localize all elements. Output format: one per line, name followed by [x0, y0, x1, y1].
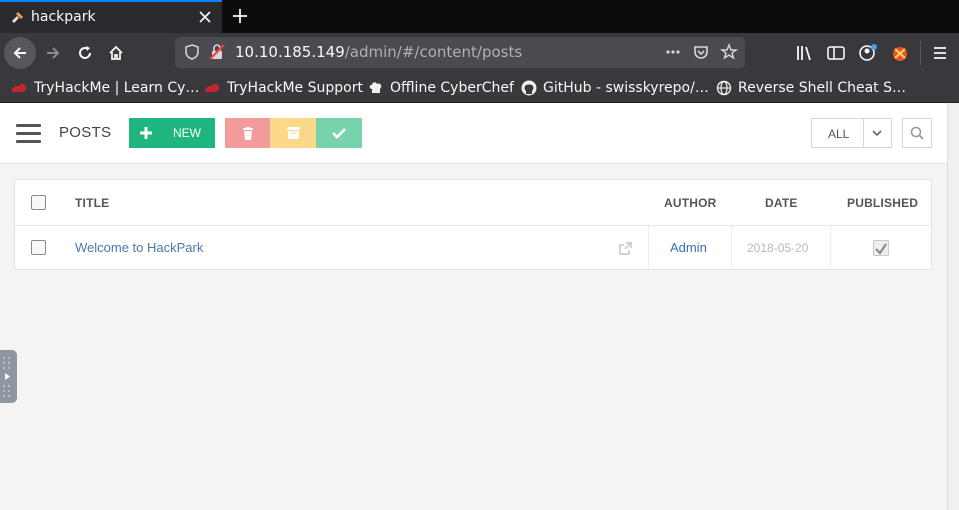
arrow-right-icon — [47, 47, 60, 59]
new-post-button[interactable]: NEW — [129, 118, 215, 148]
app-menu-icon[interactable] — [931, 44, 949, 62]
extension-icon[interactable] — [889, 42, 911, 64]
grip-arrow-icon — [3, 357, 10, 397]
post-author-link[interactable]: Admin — [670, 240, 707, 255]
plus-icon — [140, 127, 152, 139]
url-path: /admin/#/content/posts — [344, 43, 523, 61]
archive-button[interactable] — [270, 118, 316, 148]
shield-icon — [185, 44, 199, 60]
toolbar-divider — [920, 41, 921, 65]
pocket-icon[interactable] — [692, 43, 710, 61]
column-divider — [830, 226, 831, 269]
back-button[interactable] — [4, 37, 36, 69]
search-icon — [910, 126, 924, 140]
table-header: TITLE AUTHOR DATE PUBLISHED — [15, 180, 931, 226]
home-icon — [109, 45, 123, 60]
bookmark-github-swisskyrepo[interactable]: GitHub - swisskyrepo/… — [521, 78, 709, 98]
external-link-icon[interactable] — [619, 242, 632, 255]
filter-dropdown[interactable]: ALL — [811, 118, 892, 148]
checkmark-icon — [332, 128, 346, 139]
bookmark-label: GitHub - swisskyrepo/… — [543, 80, 709, 96]
page-actions-icon[interactable] — [664, 43, 682, 61]
page-title: POSTS — [59, 124, 112, 141]
reload-icon — [79, 46, 91, 59]
admin-page: POSTS NEW ALL TITLE AUTHOR DATE PUBLISHE… — [0, 103, 947, 510]
search-button[interactable] — [902, 118, 932, 148]
bookmark-label: TryHackMe | Learn Cy… — [34, 80, 200, 96]
url-text: 10.10.185.149/admin/#/content/posts — [235, 43, 522, 61]
bookmark-label: Offline CyberChef — [390, 80, 514, 96]
publish-button[interactable] — [316, 118, 362, 148]
delete-button[interactable] — [225, 118, 270, 148]
column-header-date[interactable]: DATE — [765, 196, 798, 210]
filter-divider — [863, 119, 864, 147]
bookmark-label: Reverse Shell Cheat S… — [738, 80, 906, 96]
navigation-toolbar: 10.10.185.149/admin/#/content/posts — [0, 33, 959, 73]
library-icon[interactable] — [795, 43, 815, 63]
new-button-label: NEW — [173, 126, 201, 140]
url-host: 10.10.185.149 — [235, 43, 345, 61]
column-divider — [731, 226, 732, 269]
page-scrollbar[interactable] — [947, 103, 959, 510]
close-tab-icon[interactable] — [198, 10, 212, 24]
reload-button[interactable] — [69, 37, 101, 69]
archive-icon — [286, 127, 300, 139]
column-header-author[interactable]: AUTHOR — [664, 196, 717, 210]
bookmarks-toolbar: TryHackMe | Learn Cy… TryHackMe Support … — [0, 73, 959, 103]
checkmark-icon — [875, 243, 887, 255]
column-header-title[interactable]: TITLE — [75, 196, 109, 210]
row-select-checkbox[interactable] — [31, 240, 46, 255]
tab-title: hackpark — [31, 9, 96, 25]
filter-label: ALL — [828, 127, 850, 141]
bookmark-label: TryHackMe Support — [227, 80, 363, 96]
hamburger-menu-icon[interactable] — [16, 124, 41, 143]
tryhackme-icon — [12, 83, 27, 92]
arrow-left-icon — [13, 47, 26, 59]
table-row: Welcome to HackPark Admin 2018-05-20 — [15, 226, 931, 269]
post-title-link[interactable]: Welcome to HackPark — [75, 240, 203, 255]
bookmark-reverse-shell-cheat-sheet[interactable]: Reverse Shell Cheat S… — [716, 78, 906, 98]
tab-strip: hackpark — [0, 0, 959, 33]
post-date: 2018-05-20 — [747, 241, 809, 255]
new-tab-icon[interactable] — [230, 6, 250, 26]
trash-icon — [242, 126, 253, 140]
published-checkbox[interactable] — [873, 240, 889, 256]
bookmark-tryhackme-support[interactable]: TryHackMe Support — [203, 78, 363, 98]
tryhackme-icon — [205, 83, 220, 92]
address-bar[interactable]: 10.10.185.149/admin/#/content/posts — [175, 37, 745, 68]
posts-toolbar: POSTS NEW ALL — [0, 103, 947, 164]
sidebar-toggle-icon[interactable] — [826, 43, 846, 63]
account-icon[interactable] — [857, 42, 879, 64]
hammer-favicon-icon — [12, 12, 23, 23]
insecure-lock-icon — [209, 44, 225, 60]
bookmark-tryhackme-learn[interactable]: TryHackMe | Learn Cy… — [10, 78, 199, 98]
sidebar-expand-handle[interactable] — [0, 350, 17, 403]
chevron-down-icon — [872, 130, 882, 137]
bookmark-star-icon[interactable] — [720, 43, 738, 61]
chef-hat-icon — [369, 82, 382, 93]
globe-icon — [716, 80, 732, 96]
column-divider — [648, 226, 649, 269]
home-button[interactable] — [100, 37, 132, 69]
github-icon — [521, 80, 537, 96]
posts-table: TITLE AUTHOR DATE PUBLISHED Welcome to H… — [14, 179, 932, 270]
select-all-checkbox[interactable] — [31, 195, 46, 210]
bookmark-offline-cyberchef[interactable]: Offline CyberChef — [368, 78, 514, 98]
column-header-published[interactable]: PUBLISHED — [847, 196, 918, 210]
browser-tab-hackpark[interactable]: hackpark — [0, 0, 222, 33]
forward-button[interactable] — [37, 37, 69, 69]
